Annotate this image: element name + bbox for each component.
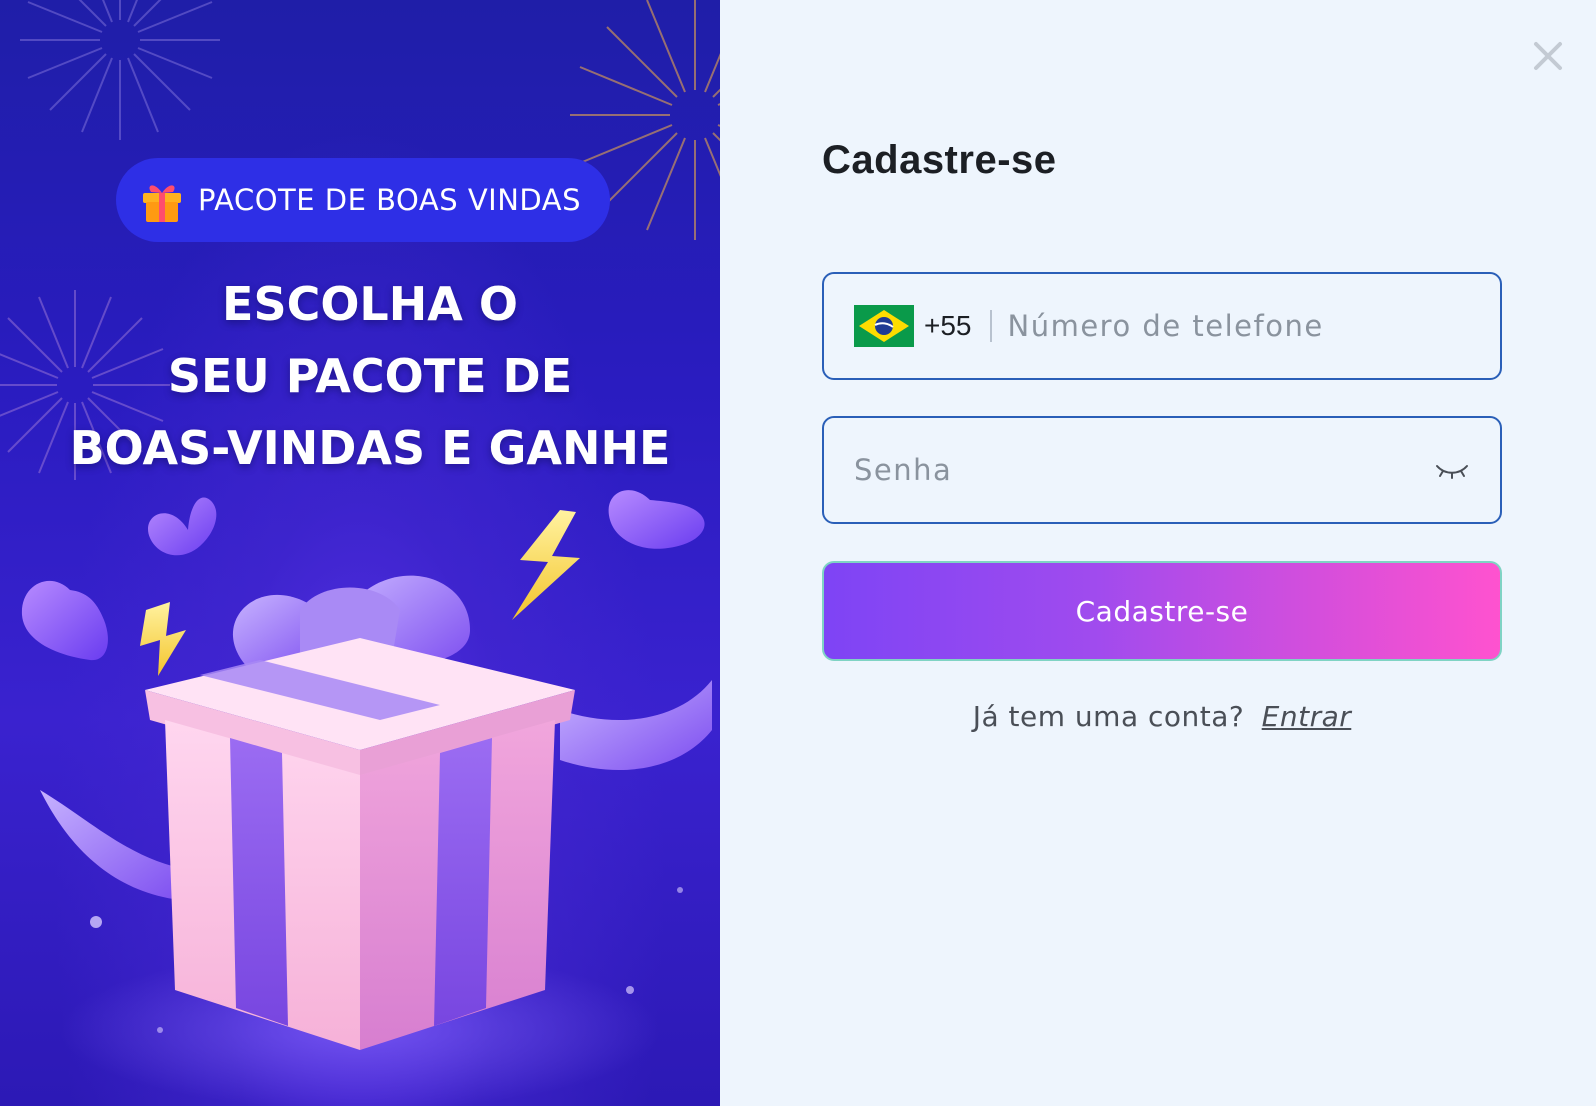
eye-closed-icon[interactable] xyxy=(1434,458,1470,482)
welcome-package-badge: PACOTE DE BOAS VINDAS xyxy=(116,158,610,242)
login-prompt: Já tem uma conta? xyxy=(972,700,1245,733)
firework-decoration xyxy=(20,0,220,140)
signup-button[interactable]: Cadastre-se xyxy=(822,561,1502,661)
login-link[interactable]: Entrar xyxy=(1262,700,1352,733)
dial-code[interactable]: +55 xyxy=(924,310,972,342)
password-input[interactable] xyxy=(824,418,1434,522)
promo-headline: ESCOLHA O SEU PACOTE DE BOAS-VINDAS E GA… xyxy=(0,268,720,484)
close-icon[interactable] xyxy=(1530,38,1566,74)
login-prompt-row: Já tem uma conta? Entrar xyxy=(822,700,1502,733)
password-field xyxy=(822,416,1502,524)
page-title: Cadastre-se xyxy=(822,138,1057,182)
signup-form-panel: Cadastre-se +55 Cadastre-se Já tem uma c… xyxy=(720,0,1596,1106)
phone-input[interactable] xyxy=(1007,274,1500,378)
gift-icon xyxy=(143,185,181,222)
gift-box-illustration xyxy=(21,490,712,1106)
headline-line: SEU PACOTE DE xyxy=(167,349,573,403)
brazil-flag-icon[interactable] xyxy=(854,305,914,347)
divider xyxy=(989,310,992,342)
phone-field: +55 xyxy=(822,272,1502,380)
promo-panel: PACOTE DE BOAS VINDAS ESCOLHA O SEU PACO… xyxy=(0,0,720,1106)
badge-text: PACOTE DE BOAS VINDAS xyxy=(198,183,581,217)
headline-line: ESCOLHA O xyxy=(222,277,518,331)
